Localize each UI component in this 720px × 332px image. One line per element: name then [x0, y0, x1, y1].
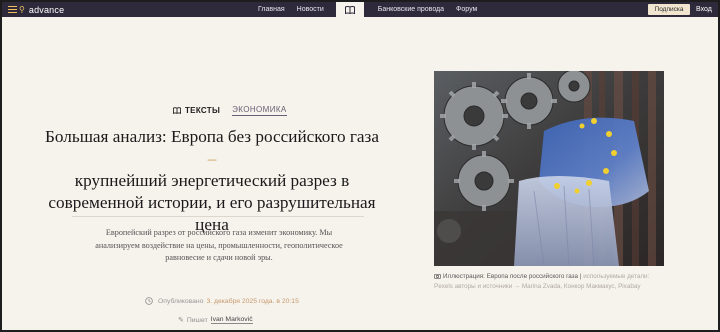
headline-dash: –	[207, 149, 217, 168]
published-label: Опубликовано	[158, 297, 204, 305]
window-frame: ⚲ advance Главная Новости Банковские про…	[0, 0, 720, 332]
article-page: ⚲ advance Главная Новости Банковские про…	[2, 2, 718, 330]
author-label: Пишет	[186, 316, 208, 324]
login-link[interactable]: Вход	[696, 2, 712, 17]
book-icon	[344, 5, 355, 14]
article-tags: ТЕКСТЫ ЭКОНОМИКА	[173, 105, 287, 116]
lede-line: равновесие и сдачи новой эры.	[165, 253, 273, 262]
image-caption: Иллюстрация: Европа после российского га…	[434, 272, 694, 291]
caption-details: используемые детали:	[583, 273, 650, 280]
pen-icon: ✎	[178, 317, 184, 324]
camera-icon	[434, 273, 441, 279]
headline-line: крупнейший энергетический разрез в	[74, 171, 350, 190]
article-headline: Большая анализ: Европа без российского г…	[42, 126, 382, 236]
nav-link-news[interactable]: Новости	[291, 6, 330, 13]
caption-credits: Pexels авторы и источники → Marina Zvada…	[434, 282, 641, 290]
tag-economy[interactable]: ЭКОНОМИКА	[232, 105, 287, 116]
nav-link-forum[interactable]: Форум	[450, 6, 483, 13]
author-name-link[interactable]: Ivan Markovič	[210, 316, 253, 324]
main-nav: Главная Новости Банковские провода Форум	[252, 2, 483, 17]
published-info: Опубликовано 3. декабря 2025 года. в 20:…	[145, 297, 299, 305]
nav-link-bank-wires[interactable]: Банковские провода	[372, 6, 450, 13]
top-navigation-bar: ⚲ advance Главная Новости Банковские про…	[2, 2, 718, 17]
subscribe-button[interactable]: Подписка	[648, 4, 690, 15]
nav-link-home[interactable]: Главная	[252, 6, 291, 13]
search-icon[interactable]: ⚲	[19, 5, 25, 14]
book-icon	[173, 107, 181, 114]
article-illustration	[434, 71, 664, 266]
nav-tab-texts[interactable]	[335, 2, 364, 17]
logo-area[interactable]: ⚲ advance	[8, 5, 64, 15]
published-date: 3. декабря 2025 года. в 20:15	[206, 297, 299, 305]
lede-line: Европейский разрез от российского газа и…	[105, 228, 333, 237]
headline-line: Большая анализ: Европа без российского г…	[45, 127, 379, 146]
headline-divider	[72, 216, 364, 217]
author-info: ✎ Пишет Ivan Markovič	[178, 316, 253, 324]
lede-line: анализируем воздействие на цены, промышл…	[95, 240, 343, 250]
illustration-image	[434, 71, 664, 266]
headline-line: современной истории, и его разрушительна…	[48, 193, 376, 212]
tag-texts[interactable]: ТЕКСТЫ	[173, 106, 220, 115]
article-lede: Европейский разрез от российского газа и…	[94, 227, 344, 265]
hamburger-icon[interactable]	[8, 6, 17, 13]
clock-icon	[145, 297, 153, 305]
caption-main: Иллюстрация: Европа после российского га…	[443, 273, 582, 280]
site-logo[interactable]: advance	[29, 5, 64, 15]
tag-texts-label: ТЕКСТЫ	[185, 106, 221, 115]
